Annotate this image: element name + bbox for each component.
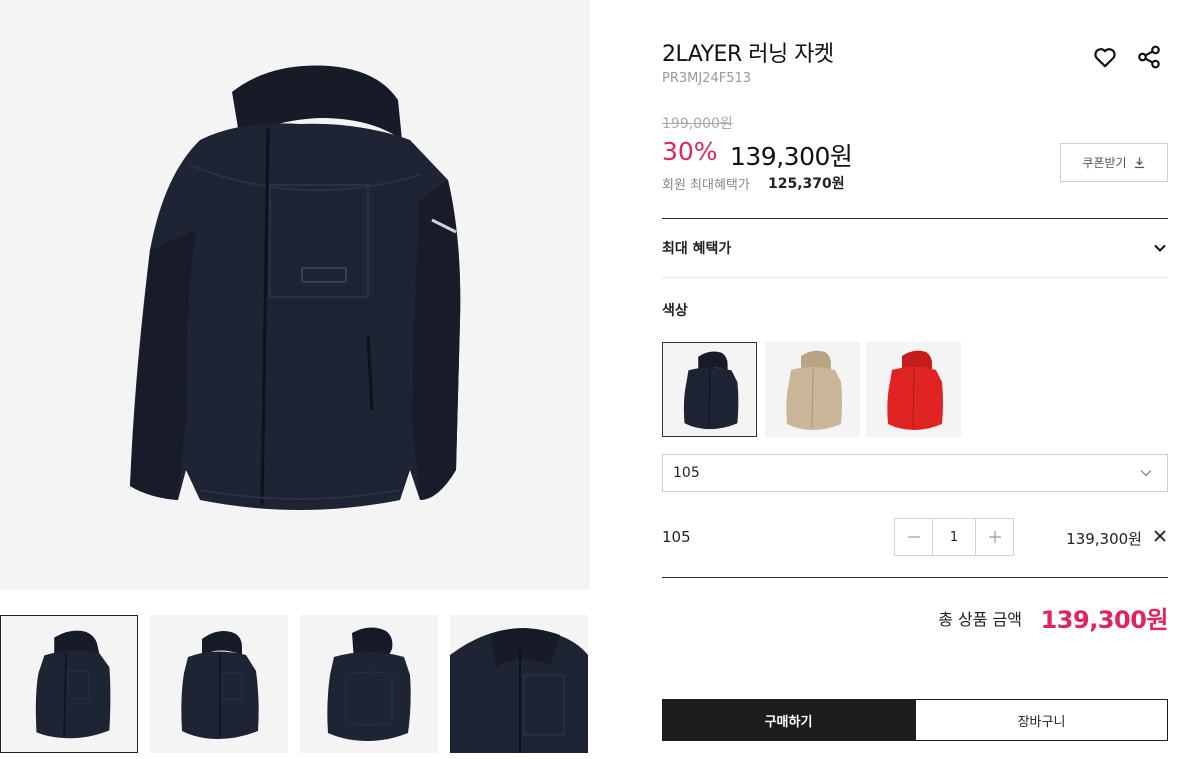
member-price: 125,370원 — [768, 176, 845, 192]
thumbnail-detail[interactable] — [450, 615, 588, 753]
color-swatch-navy[interactable] — [662, 342, 757, 437]
quantity-input[interactable] — [932, 519, 976, 555]
total-price-label: 총 상품 금액 — [938, 610, 1022, 629]
size-select[interactable]: 105 — [662, 454, 1168, 492]
jacket-thumbnail-image — [1, 616, 137, 752]
plus-icon — [988, 531, 1001, 543]
close-icon — [1154, 530, 1166, 542]
discount-rate: 30% — [662, 137, 718, 166]
heart-icon — [1094, 48, 1116, 68]
buy-now-button[interactable]: 구매하기 — [662, 699, 915, 741]
thumbnail-back[interactable] — [300, 615, 438, 753]
chevron-down-icon — [1154, 244, 1166, 252]
download-icon — [1134, 157, 1144, 169]
main-product-image — [0, 0, 590, 590]
decrease-quantity-button[interactable] — [895, 519, 932, 555]
coupon-button[interactable]: 쿠폰받기 — [1060, 143, 1168, 182]
thumbnail-angle[interactable] — [150, 615, 288, 753]
original-price: 199,000원 — [662, 116, 733, 132]
max-benefit-label: 최대 혜택가 — [662, 241, 732, 257]
coupon-button-label: 쿠폰받기 — [1082, 156, 1127, 170]
jacket-thumbnail-image — [450, 615, 588, 753]
size-select-value: 105 — [673, 465, 700, 481]
add-to-cart-button[interactable]: 장바구니 — [915, 699, 1168, 741]
member-price-label: 회원 최대혜택가 — [662, 178, 750, 193]
selected-option-size: 105 — [662, 528, 691, 546]
color-swatch-beige[interactable] — [765, 342, 860, 437]
jacket-navy-image — [663, 343, 756, 436]
quantity-stepper — [894, 518, 1014, 556]
selected-option-price: 139,300원 — [1066, 530, 1142, 548]
total-price: 139,300원 — [1040, 606, 1169, 634]
product-title: 2LAYER 러닝 자켓 — [662, 42, 834, 67]
color-swatch-red[interactable] — [866, 342, 961, 437]
remove-option-button[interactable] — [1150, 526, 1170, 546]
sale-price: 139,300원 — [730, 142, 853, 171]
jacket-beige-image — [765, 342, 860, 437]
share-icon — [1138, 45, 1160, 69]
minus-icon — [907, 536, 920, 538]
max-benefit-accordion[interactable]: 최대 혜택가 — [662, 219, 1168, 277]
wishlist-button[interactable] — [1092, 44, 1118, 70]
jacket-thumbnail-image — [150, 615, 288, 753]
share-button[interactable] — [1136, 44, 1162, 70]
jacket-thumbnail-image — [300, 615, 438, 753]
thumbnail-front[interactable] — [0, 615, 138, 753]
section-divider — [662, 277, 1168, 278]
jacket-red-image — [866, 342, 961, 437]
color-label: 색상 — [662, 303, 688, 319]
section-divider — [662, 577, 1168, 578]
chevron-down-icon — [1140, 470, 1152, 477]
jacket-front-image — [0, 0, 590, 590]
increase-quantity-button[interactable] — [976, 519, 1013, 555]
product-code: PR3MJ24F513 — [662, 71, 752, 86]
